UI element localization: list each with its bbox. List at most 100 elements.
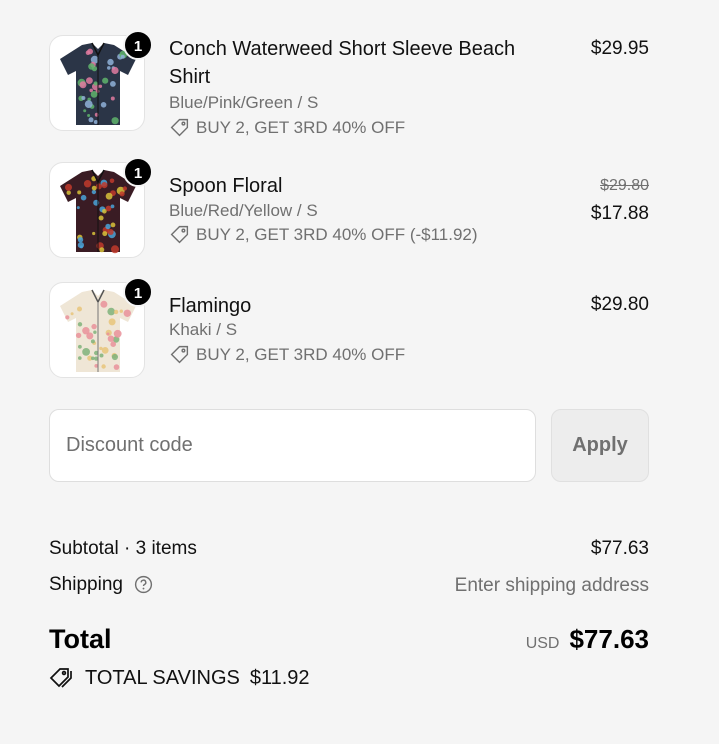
shirt-pattern-dot (78, 344, 82, 349)
cart-item: 1 Flamingo Khaki / S BUY 2, GET 3RD 40% … (49, 277, 649, 382)
shirt-pattern-dot (82, 348, 90, 356)
shirt-pattern-dot (109, 178, 115, 184)
shipping-label: Shipping (49, 574, 123, 595)
apply-discount-button[interactable]: Apply (551, 409, 649, 482)
shirt-pattern-dot (98, 84, 103, 88)
tag-icon (170, 345, 189, 364)
shirt-pattern-dot (91, 323, 97, 330)
product-price: $17.88 (590, 203, 649, 224)
shirt-pattern-dot (99, 247, 105, 253)
shirt-pattern-dot (70, 312, 74, 316)
product-price: $29.80 (590, 294, 649, 315)
product-thumbnail: 1 (49, 157, 153, 258)
product-variant: Blue/Red/Yellow / S (169, 201, 318, 220)
shirt-pattern-dot (111, 353, 118, 361)
shirt-pattern-dot (88, 63, 95, 70)
promo-text: BUY 2, GET 3RD 40% OFF (196, 344, 406, 364)
product-thumbnail: 1 (49, 30, 153, 131)
shirt-pattern-dot (100, 300, 108, 308)
total-value: $77.63 (569, 624, 649, 654)
shirt-pattern-dot (107, 335, 115, 342)
shirt-pattern-dot (107, 229, 114, 235)
promo-line: BUY 2, GET 3RD 40% OFF (169, 344, 405, 365)
currency-code: USD (525, 635, 560, 652)
cart-item: 1 Spoon Floral Blue/Red/Yellow / S BUY 2… (49, 157, 649, 262)
shirt-pattern-dot (105, 223, 111, 230)
shirt-pattern-dot (83, 180, 92, 188)
tags-icon (49, 668, 72, 688)
shirt-pattern-dot (91, 185, 97, 191)
product-price: $29.95 (590, 38, 649, 59)
shirt-pattern-dot (113, 364, 120, 370)
shirt-pattern-dot (65, 315, 70, 320)
product-name: Conch Waterweed Short Sleeve Beach Shirt (169, 38, 516, 88)
shirt-pattern-dot (98, 215, 104, 221)
shirt-pattern-dot (87, 114, 91, 117)
shirt-pattern-dot (90, 339, 95, 344)
promo-line: BUY 2, GET 3RD 40% OFF (-$11.92) (169, 224, 478, 245)
shirt-pattern-dot (100, 102, 107, 108)
shirt-pattern-dot (82, 327, 90, 335)
shirt-pattern-dot (77, 237, 84, 243)
shirt-pattern-dot (102, 77, 109, 84)
quantity-badge: 1 (123, 157, 153, 187)
shirt-pattern-dot (92, 231, 96, 236)
shirt-pattern-dot (119, 309, 123, 313)
product-thumbnail: 1 (49, 277, 153, 378)
shirt-pattern-dot (77, 322, 83, 327)
savings-label: TOTAL SAVINGS (85, 666, 240, 689)
shirt-pattern-dot (86, 77, 93, 84)
total-savings: TOTAL SAVINGS $11.92 (49, 666, 310, 690)
shirt-pattern-dot (93, 330, 97, 334)
total-label: Total (49, 624, 112, 654)
shirt-pattern-dot (84, 100, 93, 108)
product-name: Spoon Floral (169, 175, 283, 197)
shirt-pattern-dot (99, 353, 104, 358)
shirt-pattern-dot (120, 54, 125, 59)
shirt-pattern-dot (102, 209, 107, 214)
discount-code-placeholder: Discount code (66, 434, 193, 456)
shirt-pattern-dot (108, 318, 116, 326)
shirt-pattern-dot (91, 356, 95, 361)
promo-line: BUY 2, GET 3RD 40% OFF (169, 117, 405, 138)
total-row-value: USD $77.63 (526, 624, 649, 655)
shipping-row: Shipping (49, 574, 153, 596)
shirt-pattern-dot (111, 66, 119, 75)
promo-text: BUY 2, GET 3RD 40% OFF (-$11.92) (196, 224, 478, 244)
savings-value: $11.92 (249, 666, 310, 689)
shirt-pattern-dot (106, 332, 110, 336)
shirt-pattern-dot (93, 120, 98, 124)
shirt-pattern-dot (110, 81, 116, 87)
cart-item: 1 Conch Waterweed Short Sleeve Beach Shi… (49, 30, 649, 138)
promo-text: BUY 2, GET 3RD 40% OFF (196, 117, 406, 137)
shirt-pattern-dot (80, 194, 87, 201)
tag-icon (170, 225, 189, 244)
shirt-pattern-dot (110, 341, 116, 347)
shirt-pattern-dot (83, 109, 87, 113)
question-circle-icon[interactable] (134, 575, 153, 594)
shirt-pattern-dot (79, 81, 87, 89)
shirt-pattern-dot (122, 186, 127, 191)
product-variant: Khaki / S (169, 320, 238, 339)
shirt-pattern-dot (75, 332, 82, 339)
shirt-pattern-dot (110, 204, 115, 209)
shirt-pattern-dot (110, 222, 116, 228)
discount-code-input[interactable]: Discount code (49, 409, 536, 482)
shirt-pattern-dot (107, 307, 115, 316)
shirt-pattern-dot (87, 48, 93, 55)
shirt-pattern-dot (76, 206, 80, 210)
shirt-pattern-dot (78, 356, 82, 360)
shirt-pattern-dot (123, 309, 131, 317)
subtotal-value: $77.63 (590, 538, 649, 559)
shirt-pattern-dot (110, 96, 115, 101)
shirt-pattern-dot (101, 182, 108, 189)
shirt-pattern-dot (101, 347, 109, 354)
shirt-pattern-dot (102, 231, 108, 237)
tag-icon (170, 118, 189, 137)
shirt-pattern-dot (93, 81, 98, 86)
subtotal-label: Subtotal · 3 items (49, 538, 197, 559)
shirt-pattern-dot (113, 329, 122, 338)
shirt-pattern-dot (107, 58, 114, 66)
shirt-pattern-dot (90, 91, 98, 98)
shirt-pattern-dot (66, 190, 71, 195)
